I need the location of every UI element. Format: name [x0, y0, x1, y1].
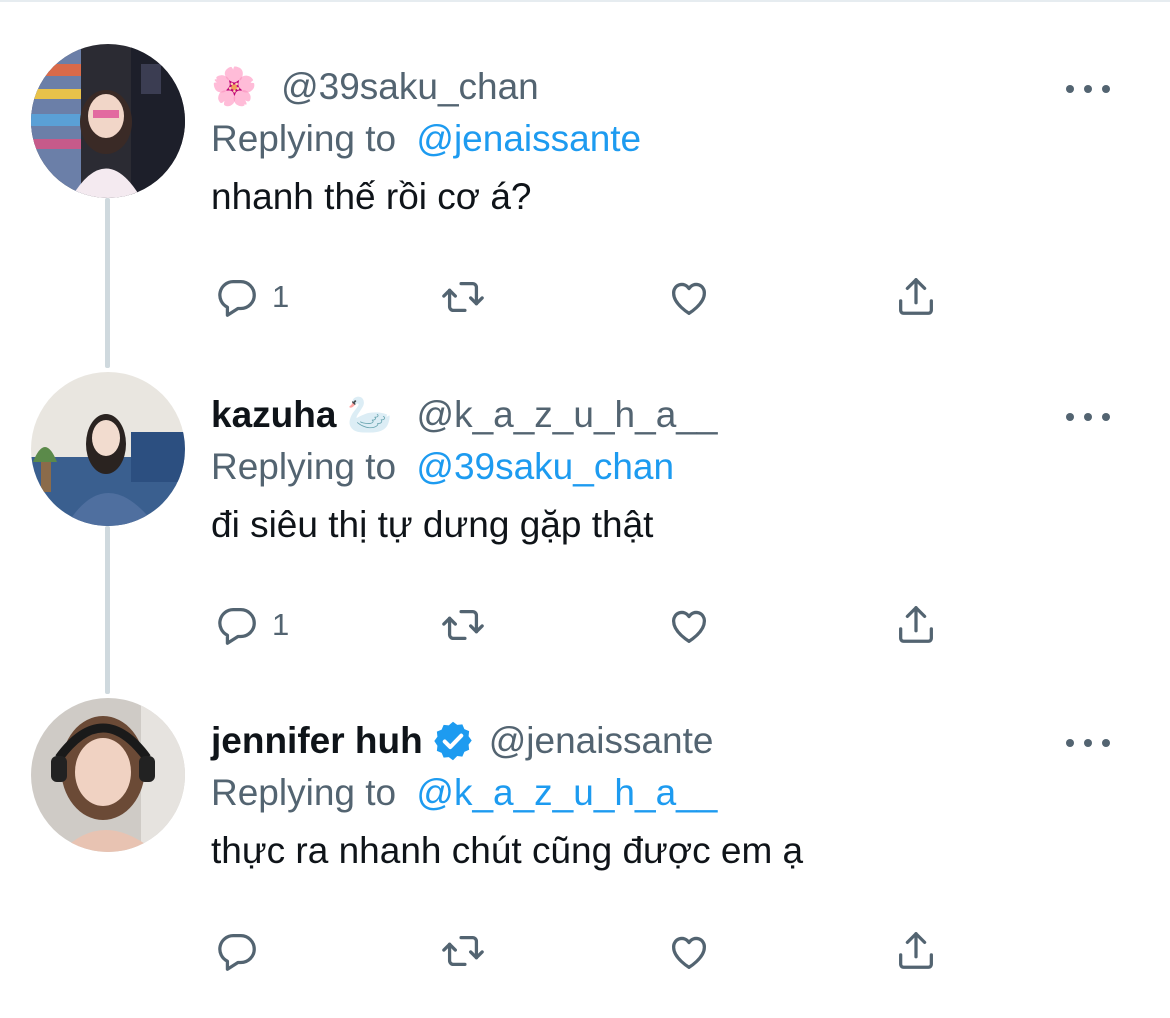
reply-count: 1 [272, 607, 290, 642]
avatar[interactable] [31, 698, 185, 852]
replying-to: Replying to @39saku_chan [211, 442, 674, 492]
mention-link[interactable]: @39saku_chan [416, 446, 674, 487]
replying-label: Replying to [211, 446, 397, 487]
like-button[interactable] [666, 600, 712, 650]
tweet-header: 🌸 @39saku_chan [211, 62, 539, 112]
reply-button[interactable]: 1 [214, 600, 289, 650]
retweet-button[interactable] [440, 926, 486, 976]
retweet-icon [442, 935, 484, 967]
tweet[interactable]: 🌸 @39saku_chan Replying to @jenaissante … [0, 44, 1170, 364]
more-icon[interactable] [1066, 74, 1110, 104]
retweet-button[interactable] [440, 600, 486, 650]
share-icon [899, 278, 933, 315]
verified-badge-icon [434, 721, 472, 761]
action-bar: 1 [0, 272, 1170, 322]
reply-count: 1 [272, 279, 290, 314]
reply-icon [218, 608, 256, 645]
tweet-header: kazuha 🦢 @k_a_z_u_h_a__ [211, 390, 717, 440]
mention-link[interactable]: @k_a_z_u_h_a__ [416, 772, 717, 813]
user-handle[interactable]: @39saku_chan [281, 62, 539, 112]
retweet-button[interactable] [440, 272, 486, 322]
like-button[interactable] [666, 926, 712, 976]
reply-button[interactable]: 1 [214, 272, 289, 322]
avatar[interactable] [31, 372, 185, 526]
share-button[interactable] [893, 272, 939, 322]
tweet[interactable]: kazuha 🦢 @k_a_z_u_h_a__ Replying to @39s… [0, 372, 1170, 692]
more-icon[interactable] [1066, 728, 1110, 758]
action-bar [0, 926, 1170, 976]
like-icon [672, 936, 706, 969]
reply-icon [218, 934, 256, 971]
tweet-text: đi siêu thị tự dưng gặp thật [211, 504, 654, 545]
display-name[interactable]: jennifer huh [211, 716, 423, 766]
share-icon [899, 932, 933, 969]
tweet-header: jennifer huh @jenaissante [211, 716, 713, 766]
avatar-image [31, 44, 185, 198]
like-button[interactable] [666, 272, 712, 322]
replying-to: Replying to @jenaissante [211, 114, 641, 164]
share-button[interactable] [893, 600, 939, 650]
tweet[interactable]: jennifer huh @jenaissante Replying to @k… [0, 698, 1170, 1018]
reply-button[interactable] [214, 926, 260, 976]
user-handle[interactable]: @k_a_z_u_h_a__ [417, 390, 718, 440]
top-divider [0, 0, 1170, 2]
replying-label: Replying to [211, 118, 397, 159]
avatar[interactable] [31, 44, 185, 198]
retweet-icon [442, 281, 484, 313]
replying-label: Replying to [211, 772, 397, 813]
share-icon [899, 606, 933, 643]
tweet-text: thực ra nhanh chút cũng được em ạ [211, 830, 804, 871]
mention-link[interactable]: @jenaissante [416, 118, 641, 159]
avatar-image [31, 372, 185, 526]
replying-to: Replying to @k_a_z_u_h_a__ [211, 768, 717, 818]
user-handle[interactable]: @jenaissante [489, 716, 714, 766]
reply-icon [218, 280, 256, 317]
tweet-text: nhanh thế rồi cơ á? [211, 176, 532, 217]
share-button[interactable] [893, 926, 939, 976]
name-emoji: 🌸 [211, 66, 258, 107]
action-bar: 1 [0, 600, 1170, 650]
more-icon[interactable] [1066, 402, 1110, 432]
name-emoji: 🦢 [346, 394, 393, 435]
retweet-icon [442, 609, 484, 641]
avatar-image [31, 698, 185, 852]
display-name[interactable]: kazuha [211, 390, 336, 440]
like-icon [672, 610, 706, 643]
like-icon [672, 282, 706, 315]
